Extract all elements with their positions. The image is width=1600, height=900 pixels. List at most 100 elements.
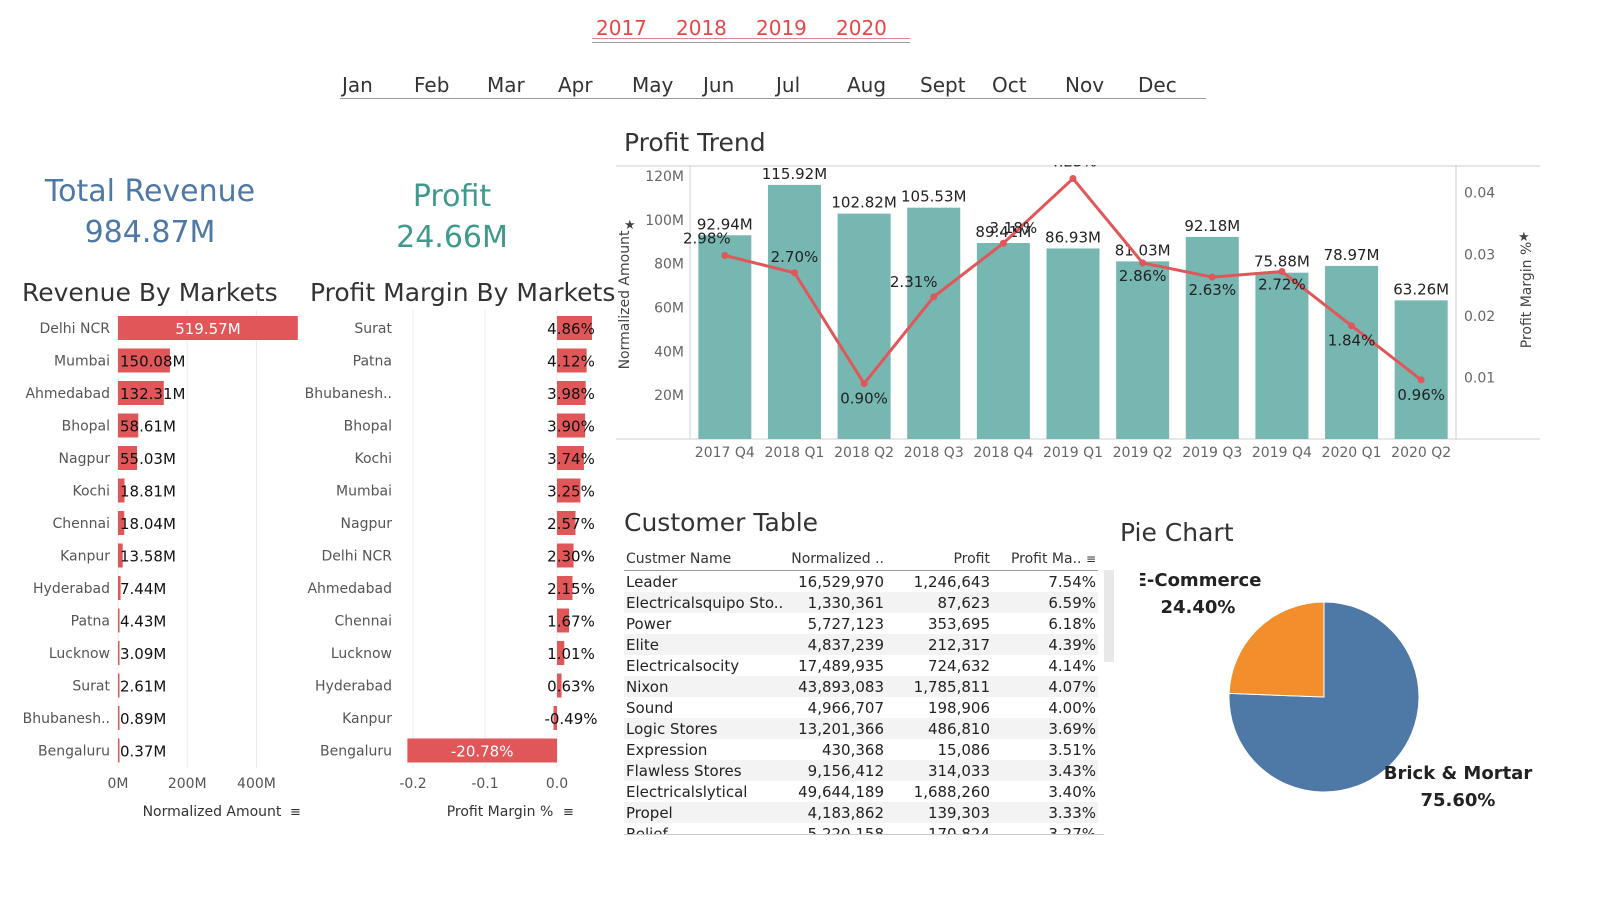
table-row[interactable]: Electricalsocity 17,489,935 724,632 4.14% — [624, 655, 1098, 676]
line-point — [1139, 259, 1147, 267]
table-cell: 724,632 — [927, 656, 990, 675]
table-cell: 4.39% — [992, 634, 1098, 655]
table-row[interactable]: Logic Stores 13,201,366 486,810 3.69% — [624, 718, 1098, 739]
column-header[interactable]: Custmer Name — [624, 548, 782, 571]
table-scrollbar[interactable] — [1104, 570, 1114, 662]
table-row[interactable]: Electricalsquipo Sto.. 1,330,361 87,623 6.5… — [624, 592, 1098, 613]
month-filter-item[interactable]: Jun — [703, 73, 734, 97]
x-tick-label: 2020 Q1 — [1322, 445, 1382, 461]
table-cell: 3.33% — [992, 802, 1098, 823]
line-data-label: 2.86% — [1119, 267, 1167, 285]
table-row[interactable]: Elite 4,837,239 212,317 4.39% — [624, 634, 1098, 655]
year-filter-item[interactable]: 2020 — [836, 16, 887, 40]
table-cell: 3.43% — [992, 760, 1098, 781]
data-label: 4.43M — [120, 613, 166, 631]
data-label: 0.63% — [547, 678, 595, 696]
month-filter-item[interactable]: Mar — [487, 73, 525, 97]
table-cell: Power — [626, 614, 672, 633]
category-label: Kanpur — [60, 549, 110, 565]
table-cell: 1,330,361 — [782, 592, 886, 613]
category-label: Lucknow — [49, 646, 110, 662]
month-filter-item[interactable]: Aug — [847, 73, 886, 97]
table-cell: 15,086 — [937, 740, 991, 759]
table-row[interactable]: Nixon 43,893,083 1,785,811 4.07% — [624, 676, 1098, 697]
category-label: Patna — [71, 614, 110, 630]
month-filter-item[interactable]: Feb — [414, 73, 449, 97]
category-label: Delhi NCR — [322, 549, 393, 565]
data-label: 0.37M — [120, 743, 166, 761]
data-label: 132.31M — [120, 385, 185, 403]
profit-margin-by-markets-chart: -0.2 -0.1 0.0 Surat 4.86% Patna 4.12% Bhubanesh… — [305, 310, 598, 820]
bar-data-label: 75.88M — [1254, 253, 1310, 271]
month-filter-item[interactable]: Jan — [342, 73, 373, 97]
data-label: 2.30% — [547, 548, 595, 566]
month-filter-item[interactable]: May — [632, 73, 673, 97]
line-data-label: 0.90% — [840, 390, 888, 408]
month-filter-item[interactable]: Dec — [1138, 73, 1177, 97]
table-row[interactable]: Leader 16,529,970 1,246,643 7.54% — [624, 571, 1098, 593]
data-label: 4.86% — [547, 320, 595, 338]
table-row[interactable]: Electricalslytical 49,644,189 1,688,260 3.4… — [624, 781, 1098, 802]
table-cell: 212,317 — [886, 634, 992, 655]
y-axis-label: Normalized Amount — [617, 230, 633, 369]
pie-label-value: 75.60% — [1421, 790, 1496, 811]
category-label: Patna — [353, 354, 392, 370]
category-label: Ahmedabad — [307, 581, 392, 597]
table-cell: 43,893,083 — [782, 676, 886, 697]
year-filter-item[interactable]: 2017 — [596, 16, 647, 40]
bar-data-label: 81.03M — [1115, 241, 1171, 259]
data-label: 4.12% — [547, 353, 595, 371]
bar — [976, 243, 1030, 439]
line-data-label: 2.98% — [683, 230, 731, 248]
table-row[interactable]: Relief 5,220,158 170,824 3.27% — [624, 823, 1098, 835]
year-filter-item[interactable]: 2019 — [756, 16, 807, 40]
table-row[interactable]: Propel 4,183,862 139,303 3.33% — [624, 802, 1098, 823]
line-point — [1348, 322, 1356, 330]
month-filter-divider — [340, 98, 1206, 99]
column-header-sorted[interactable]: Profit Ma.. ≡ — [992, 548, 1098, 571]
x-tick-label: 2019 Q1 — [1043, 445, 1103, 461]
bar-data-label: 105.53M — [901, 188, 966, 206]
month-filter-item[interactable]: Nov — [1065, 73, 1104, 97]
table-cell: 1,688,260 — [913, 782, 990, 801]
sort-descending-icon[interactable]: ≡ — [1086, 552, 1096, 566]
year-filter-item[interactable]: 2018 — [676, 16, 727, 40]
y-tick-label: 40M — [654, 344, 684, 360]
pie-label-category: E-Commerce — [1140, 570, 1261, 591]
table-row[interactable]: Expression 430,368 15,086 3.51% — [624, 739, 1098, 760]
line-point — [721, 252, 729, 260]
bar — [907, 207, 961, 439]
pie-slice — [1228, 601, 1325, 698]
y-tick-label: 80M — [654, 257, 684, 273]
table-cell: Leader — [626, 572, 678, 591]
line-data-label: 2.63% — [1188, 281, 1236, 299]
revenue-by-markets-chart: 0M 200M 400M Delhi NCR 519.57M Mumbai 150.08M A… — [23, 310, 301, 820]
month-filter-item[interactable]: Sept — [920, 73, 966, 97]
data-label: 3.74% — [547, 450, 595, 468]
table-row[interactable]: Sound 4,966,707 198,906 4.00% — [624, 697, 1098, 718]
kpi-revenue-title: Total Revenue — [44, 174, 256, 209]
pin-icon: ★ — [624, 218, 636, 233]
column-header[interactable]: Profit — [886, 548, 992, 571]
month-filter-item[interactable]: Oct — [992, 73, 1027, 97]
table-cell: 353,695 — [927, 614, 990, 633]
column-header[interactable]: Normalized .. — [782, 548, 886, 571]
line-point — [790, 269, 798, 277]
y-tick-label: 60M — [654, 300, 684, 316]
month-filter-item[interactable]: Apr — [558, 73, 593, 97]
customer-table: Custmer Name Normalized .. Profit Profit… — [624, 548, 1104, 835]
table-cell: 486,810 — [886, 718, 992, 739]
table-row[interactable]: Flawless Stores 9,156,412 314,033 3.43% — [624, 760, 1098, 781]
line-point — [1278, 268, 1286, 276]
table-cell: 3.27% — [1048, 824, 1096, 835]
category-label: Kochi — [354, 451, 392, 467]
kpi-profit-title: Profit — [412, 179, 492, 214]
table-row[interactable]: Power 5,727,123 353,695 6.18% — [624, 613, 1098, 634]
month-filter-item[interactable]: Jul — [776, 73, 800, 97]
kpi-profit-value: 24.66M — [396, 220, 508, 255]
pie-chart-title: Pie Chart — [1120, 518, 1234, 547]
sort-descending-icon: ≡ — [563, 805, 574, 820]
line-point — [930, 293, 938, 301]
table-cell: 3.51% — [1048, 740, 1096, 759]
line-data-label: 4.23% — [1049, 165, 1097, 171]
